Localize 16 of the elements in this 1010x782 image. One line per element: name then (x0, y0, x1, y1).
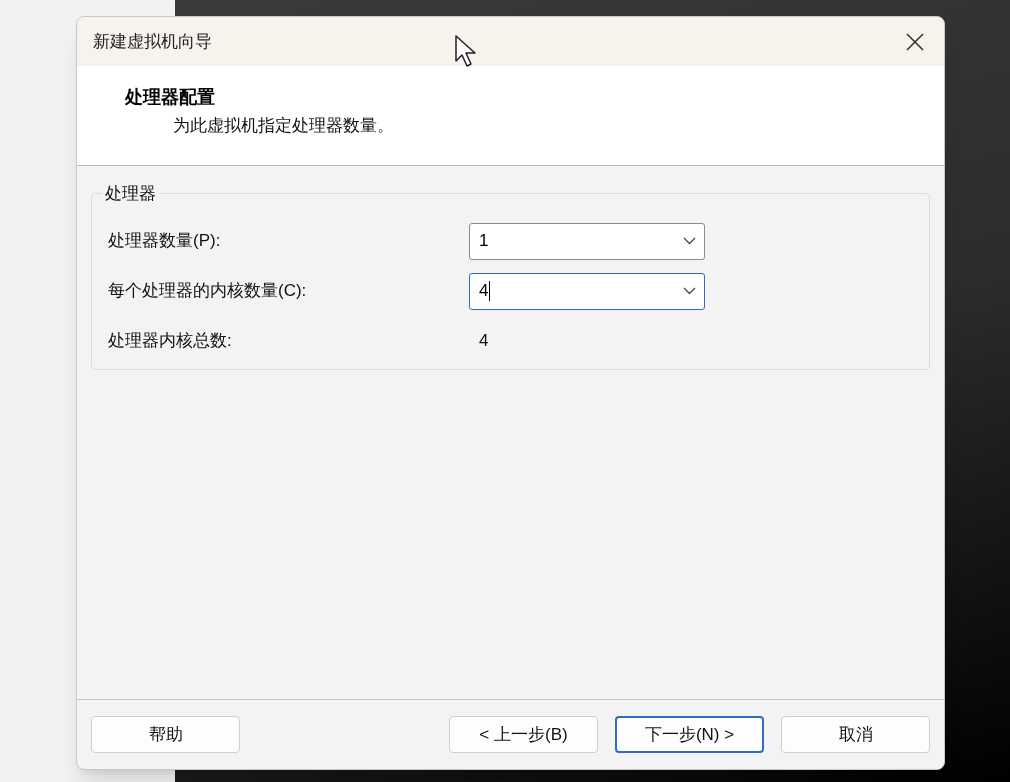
field-label: 每个处理器的内核数量(C): (108, 280, 308, 303)
page-subtitle: 为此虚拟机指定处理器数量。 (173, 115, 394, 137)
field-label: 处理器内核总数: (108, 330, 233, 353)
combo-box[interactable]: 4 (469, 272, 705, 310)
field-label: 处理器数量(P): (108, 230, 222, 253)
total-cores-value: 4 (478, 330, 489, 353)
window-title: 新建虚拟机向导 (93, 30, 212, 53)
dialog-button[interactable]: 下一步(N) > (615, 716, 764, 753)
chevron-down-icon (683, 237, 696, 245)
page-title: 处理器配置 (125, 86, 215, 109)
combo-box[interactable]: 1 (469, 222, 705, 260)
chevron-down-icon (683, 287, 696, 295)
dialog-button[interactable]: < 上一步(B) (449, 716, 598, 753)
close-icon[interactable] (906, 32, 924, 51)
dialog-button[interactable]: 取消 (781, 716, 930, 753)
dialog-button[interactable]: 帮助 (91, 716, 240, 753)
